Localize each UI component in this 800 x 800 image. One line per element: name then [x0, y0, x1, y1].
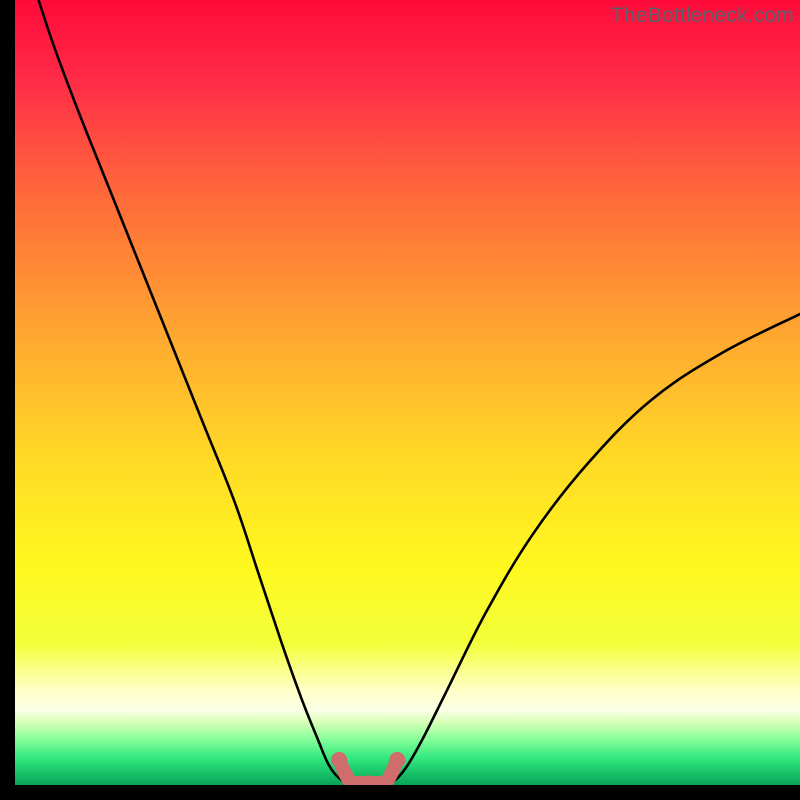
bottleneck-chart: TheBottleneck.com — [0, 0, 800, 800]
bottleneck-curve — [39, 0, 800, 785]
optimal-range-highlight — [339, 760, 397, 783]
curve-layer — [15, 0, 800, 785]
plot-area — [15, 0, 800, 785]
watermark-text: TheBottleneck.com — [611, 4, 794, 28]
optimal-range-start-dot — [331, 752, 347, 768]
optimal-range-end-dot — [389, 752, 405, 768]
